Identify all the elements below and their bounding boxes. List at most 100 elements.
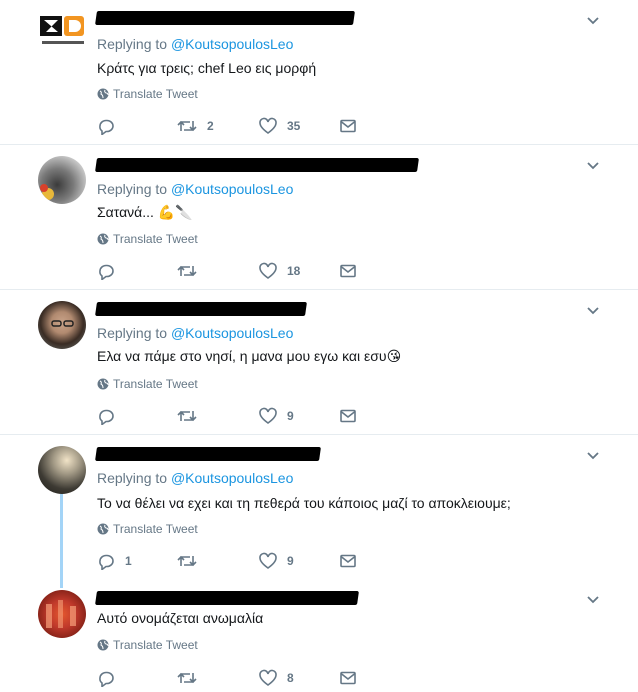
tweet-actions: 18	[97, 261, 377, 281]
tweet[interactable]: Replying to @KoutsopoulosLeo Σατανά... 💪…	[0, 145, 638, 289]
chevron-down-icon[interactable]	[586, 14, 600, 28]
retweet-button[interactable]	[177, 668, 207, 688]
chevron-down-icon[interactable]	[586, 593, 600, 607]
reply-icon	[99, 409, 114, 425]
retweet-button[interactable]	[177, 261, 207, 281]
replying-to: Replying to @KoutsopoulosLeo	[97, 36, 293, 52]
tweet-text-row: Σατανά... 💪🔪	[97, 204, 193, 221]
like-count: 9	[287, 554, 294, 568]
logo-icon	[40, 16, 84, 44]
heart-icon	[259, 407, 277, 424]
redacted-username	[95, 447, 321, 461]
dm-button[interactable]	[339, 668, 357, 688]
redacted-username	[95, 158, 419, 172]
translate-label: Translate Tweet	[113, 638, 198, 652]
reply-button[interactable]: 1	[97, 551, 132, 571]
retweet-button[interactable]	[177, 406, 207, 426]
avatar-image	[46, 600, 76, 628]
envelope-icon	[340, 119, 356, 133]
translate-label: Translate Tweet	[113, 377, 198, 391]
translate-tweet-link[interactable]: Translate Tweet	[97, 522, 198, 536]
like-button[interactable]: 18	[259, 261, 300, 281]
chevron-down-icon[interactable]	[586, 159, 600, 173]
retweet-icon	[177, 672, 197, 684]
envelope-icon	[340, 671, 356, 685]
heart-icon	[259, 117, 277, 134]
redacted-username	[95, 302, 307, 316]
like-button[interactable]: 9	[259, 406, 294, 426]
reply-icon	[99, 554, 114, 570]
reply-icon	[99, 264, 114, 280]
globe-icon	[97, 233, 109, 245]
translate-tweet-link[interactable]: Translate Tweet	[97, 87, 198, 101]
dm-button[interactable]	[339, 116, 357, 136]
replying-to: Replying to @KoutsopoulosLeo	[97, 325, 293, 341]
tweet-actions: 9	[97, 406, 377, 426]
translate-tweet-link[interactable]: Translate Tweet	[97, 638, 198, 652]
avatar[interactable]	[38, 446, 86, 494]
retweet-icon	[177, 120, 197, 132]
replying-to: Replying to @KoutsopoulosLeo	[97, 470, 293, 486]
chevron-down-icon[interactable]	[586, 449, 600, 463]
retweet-icon	[177, 555, 197, 567]
retweet-button[interactable]: 2	[177, 116, 214, 136]
replying-label: Replying to	[97, 36, 168, 52]
like-count: 35	[287, 119, 301, 133]
envelope-icon	[340, 409, 356, 423]
tweet[interactable]: Αυτό ονομάζεται ανωμαλία Translate Tweet…	[0, 582, 638, 692]
emoji: 💪🔪	[157, 205, 193, 221]
heart-icon	[259, 552, 277, 569]
like-count: 8	[287, 671, 294, 685]
dm-button[interactable]	[339, 551, 357, 571]
dm-button[interactable]	[339, 261, 357, 281]
tweet[interactable]: Replying to @KoutsopoulosLeo Κράτς για τ…	[0, 0, 638, 144]
tweet-text: Ελα να πάμε στο νησί, η μανα μου εγω και…	[97, 348, 387, 364]
mention-link[interactable]: @KoutsopoulosLeo	[171, 470, 293, 486]
translate-tweet-link[interactable]: Translate Tweet	[97, 377, 198, 391]
mention-link[interactable]: @KoutsopoulosLeo	[171, 325, 293, 341]
retweet-button[interactable]	[177, 551, 207, 571]
envelope-icon	[340, 264, 356, 278]
avatar[interactable]	[38, 14, 88, 50]
retweet-icon	[177, 265, 197, 277]
translate-tweet-link[interactable]: Translate Tweet	[97, 232, 198, 246]
replying-label: Replying to	[97, 181, 168, 197]
avatar[interactable]	[38, 156, 86, 204]
dm-button[interactable]	[339, 406, 357, 426]
mention-link[interactable]: @KoutsopoulosLeo	[171, 181, 293, 197]
heart-icon	[259, 669, 277, 686]
tweet[interactable]: Replying to @KoutsopoulosLeo Το να θέλει…	[0, 435, 638, 581]
tweet-text-row: Ελα να πάμε στο νησί, η μανα μου εγω και…	[97, 348, 401, 365]
reply-button[interactable]	[97, 668, 125, 688]
like-button[interactable]: 8	[259, 668, 294, 688]
mention-link[interactable]: @KoutsopoulosLeo	[171, 36, 293, 52]
translate-label: Translate Tweet	[113, 522, 198, 536]
reply-button[interactable]	[97, 261, 125, 281]
replying-label: Replying to	[97, 470, 168, 486]
reply-count: 1	[125, 554, 132, 568]
chevron-down-icon[interactable]	[586, 304, 600, 318]
globe-icon	[97, 639, 109, 651]
translate-label: Translate Tweet	[113, 87, 198, 101]
avatar[interactable]	[38, 301, 86, 349]
tweet[interactable]: Replying to @KoutsopoulosLeo Ελα να πάμε…	[0, 290, 638, 434]
reply-button[interactable]	[97, 406, 125, 426]
envelope-icon	[340, 554, 356, 568]
replying-to: Replying to @KoutsopoulosLeo	[97, 181, 293, 197]
tweet-actions: 8	[97, 668, 377, 688]
avatar-image	[51, 320, 74, 327]
tweet-text: Το να θέλει να εχει και τη πεθερά του κά…	[97, 495, 511, 511]
reply-button[interactable]	[97, 116, 125, 136]
translate-label: Translate Tweet	[113, 232, 198, 246]
avatar[interactable]	[38, 590, 86, 638]
avatar-image	[40, 184, 54, 200]
tweet-text: Σατανά...	[97, 204, 154, 220]
like-button[interactable]: 9	[259, 551, 294, 571]
tweet-actions: 1 9	[97, 551, 377, 571]
reply-icon	[99, 671, 114, 687]
reply-icon	[99, 119, 114, 135]
globe-icon	[97, 88, 109, 100]
redacted-username	[95, 591, 359, 605]
like-button[interactable]: 35	[259, 116, 300, 136]
retweet-count: 2	[207, 119, 214, 133]
